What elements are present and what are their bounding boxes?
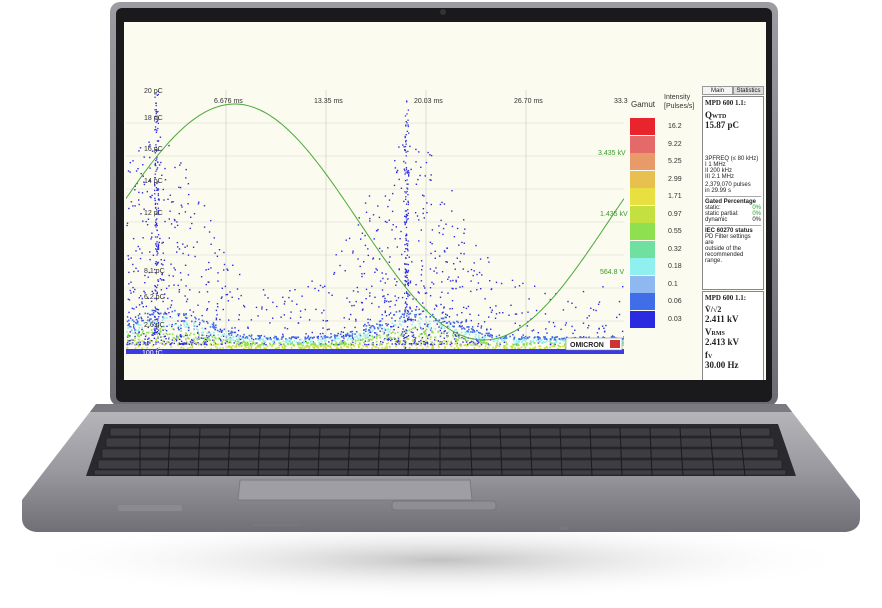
f-label: fV [705, 350, 761, 360]
x-label-4: 33.3 [614, 98, 628, 105]
pd-pattern-plot: OMICRON [126, 90, 624, 354]
x-label-1: 13.35 ms [314, 98, 343, 105]
gamut-color-10 [630, 293, 655, 310]
y-label-5: 8.1 pC [144, 268, 165, 275]
q-symbol: Q [705, 110, 713, 120]
gamut-value-4: 1.71 [668, 193, 682, 200]
charge-box: MPD 600 1.1: QWTD 15.87 pC 3PFREQ (≤ 80 … [702, 96, 764, 290]
gamut-color-1 [630, 135, 655, 153]
gated-title: Gated Percentage [705, 196, 761, 205]
voltage-label-1: 1.435 kV [600, 211, 628, 218]
gamut-value-7: 0.32 [668, 245, 682, 253]
gamut-color-2 [630, 153, 655, 170]
gamut-color-7 [630, 240, 655, 258]
gamut-value-2: 5.25 [668, 158, 682, 165]
y-label-6: 6.2 pC [144, 294, 165, 301]
gamut-color-4 [630, 188, 655, 205]
y-label-3: 14 pC [144, 178, 163, 185]
gamut-color-9 [630, 275, 655, 293]
f-value: 30.00 Hz [705, 360, 739, 370]
voltage-box: MPD 600 1.1: V̂/√2 2.411 kV VRMS 2.413 k… [702, 291, 764, 380]
y-label-2: 16 pC [144, 146, 163, 153]
gamut-color-8 [630, 258, 655, 275]
gamut-value-5: 0.97 [668, 210, 682, 218]
screen: OMICRON 20 pC 18 pC 16 pC 14 pC 12 pC 8.… [124, 22, 766, 380]
measurement-side-panel: Main Statistics MPD 600 1.1: QWTD 15.87 … [702, 86, 764, 380]
gamut-value-10: 0.06 [668, 298, 682, 305]
y-label-7: 2.6 pC [144, 322, 165, 329]
gamut-color-0 [630, 118, 655, 135]
gamut-color-11 [630, 310, 655, 328]
gamut-value-0: 16.2 [668, 123, 682, 130]
x-label-3: 26.70 ms [514, 98, 543, 105]
freq-line-4: III 2.1 MHz [705, 174, 735, 180]
q-value: 15.87 pC [705, 120, 740, 130]
intensity-title: Intensity [664, 94, 691, 101]
gamut-value-11: 0.03 [668, 315, 682, 323]
gamut-value-6: 0.55 [668, 228, 682, 235]
v-peak-value: 2.411 kV [705, 314, 739, 324]
v-rms-value: 2.413 kV [705, 337, 740, 347]
x-label-0: 6.676 ms [214, 98, 243, 105]
gamut-color-5 [630, 205, 655, 223]
gamut-color-6 [630, 223, 655, 240]
gated-dynamic-label: dynamic [705, 217, 728, 223]
gated-dynamic-value: 0% [752, 217, 761, 223]
v-rms-label: VRMS [705, 327, 761, 337]
iec-text-3: recommended range. [705, 252, 744, 264]
device-label-bottom: MPD 600 1.1: [705, 294, 747, 302]
pulses-line-2: in 29.99 s [705, 188, 732, 194]
gamut-value-8: 0.18 [668, 263, 682, 270]
voltage-label-0: 3.435 kV [598, 150, 626, 157]
q-label: QWTD [705, 110, 761, 120]
gamut-value-1: 9.22 [668, 140, 682, 148]
tab-main[interactable]: Main [702, 86, 733, 95]
gamut-value-3: 2.99 [668, 175, 682, 183]
y-label-4: 12 pC [144, 210, 163, 217]
side-tabs: Main Statistics [702, 86, 764, 95]
x-label-2: 20.03 ms [414, 98, 443, 105]
intensity-unit: [Pulses/s] [664, 103, 695, 110]
v-peak-label: V̂/√2 [705, 305, 722, 314]
gamut-title: Gamut [631, 100, 656, 109]
iec-title: IEC 60270 status [705, 225, 761, 234]
voltage-label-2: 564.8 V [600, 269, 625, 276]
device-label-top: MPD 600 1.1: [705, 99, 747, 107]
y-label-8: 100 fC [142, 350, 163, 357]
omicron-logo: OMICRON [570, 342, 604, 349]
gamut-color-3 [630, 170, 655, 188]
gamut-value-9: 0.1 [668, 280, 678, 288]
y-label-0: 20 pC [144, 88, 163, 95]
gamut-legend: Gamut Intensity [Pulses/s] 16.2 9.22 5.25 2… [628, 82, 700, 352]
tab-statistics[interactable]: Statistics [733, 86, 764, 95]
iec-text-1: PD Filter settings are [705, 234, 751, 246]
omicron-flag-icon [610, 340, 620, 348]
y-label-1: 18 pC [144, 115, 163, 122]
